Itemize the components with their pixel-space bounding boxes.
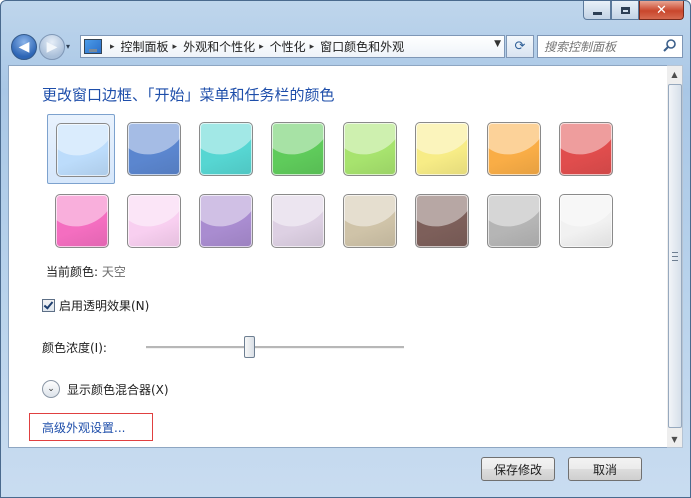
color-swatch-tile[interactable]: [487, 122, 541, 176]
color-swatch-tile[interactable]: [199, 194, 253, 248]
breadcrumb-item[interactable]: 窗口颜色和外观: [320, 38, 404, 55]
transparency-label[interactable]: 启用透明效果(N): [59, 297, 149, 314]
close-icon: ✕: [656, 2, 667, 18]
advanced-appearance-link[interactable]: 高级外观设置...: [29, 413, 153, 441]
color-swatch-tile[interactable]: [559, 194, 613, 248]
color-swatch-tile[interactable]: [343, 122, 397, 176]
color-swatch[interactable]: [47, 114, 115, 184]
close-button[interactable]: ✕: [639, 1, 684, 20]
color-swatch[interactable]: [191, 114, 259, 184]
page-title: 更改窗口边框、「开始」菜单和任务栏的颜色: [42, 86, 335, 104]
chevron-down-icon[interactable]: ⌄: [42, 380, 60, 398]
breadcrumb-item[interactable]: 外观和个性化: [183, 38, 255, 55]
refresh-icon: ⟳: [514, 39, 526, 54]
breadcrumb: ▸ 控制面板 ▸ 外观和个性化 ▸ 个性化 ▸ 窗口颜色和外观: [106, 38, 404, 55]
address-bar[interactable]: ▸ 控制面板 ▸ 外观和个性化 ▸ 个性化 ▸ 窗口颜色和外观 ▼: [80, 35, 505, 58]
maximize-button[interactable]: [611, 1, 639, 20]
minimize-button[interactable]: [583, 1, 611, 20]
color-swatch[interactable]: [119, 114, 187, 184]
color-swatch-tile[interactable]: [56, 123, 110, 177]
address-dropdown-icon[interactable]: ▼: [494, 39, 501, 49]
color-mixer-toggle[interactable]: ⌄ 显示颜色混合器(X): [42, 380, 169, 398]
control-panel-icon: [84, 39, 102, 54]
color-swatch-tile[interactable]: [415, 194, 469, 248]
color-swatch-tile[interactable]: [55, 194, 109, 248]
color-swatch[interactable]: [335, 186, 403, 256]
color-swatch-tile[interactable]: [199, 122, 253, 176]
color-swatch-tile[interactable]: [127, 122, 181, 176]
breadcrumb-separator-icon[interactable]: ▸: [110, 42, 115, 52]
breadcrumb-separator-icon[interactable]: ▸: [173, 42, 178, 52]
color-swatch[interactable]: [407, 186, 475, 256]
search-box[interactable]: [537, 35, 683, 58]
forward-arrow-icon: ▶: [46, 39, 58, 55]
color-swatch[interactable]: [551, 186, 619, 256]
maximize-icon: [620, 6, 630, 14]
color-swatch[interactable]: [335, 114, 403, 184]
color-swatch-tile[interactable]: [487, 194, 541, 248]
transparency-checkbox[interactable]: 启用透明效果(N): [42, 297, 149, 314]
navigation-bar: ◀ ▶ ▾ ▸ 控制面板 ▸ 外观和个性化 ▸ 个性化 ▸ 窗口颜色和外观 ▼ …: [1, 31, 690, 61]
search-input[interactable]: [538, 38, 664, 55]
footer: 保存修改 取消: [1, 447, 690, 497]
color-swatch-tile[interactable]: [271, 194, 325, 248]
color-swatch-tile[interactable]: [559, 122, 613, 176]
current-color-value: 天空: [101, 265, 126, 279]
current-color-label: 当前颜色:: [46, 265, 99, 279]
scroll-down-arrow-icon[interactable]: ▼: [667, 431, 682, 447]
caption-buttons: ✕: [583, 1, 684, 21]
color-swatch[interactable]: [263, 114, 331, 184]
minimize-icon: [592, 11, 602, 15]
color-swatch-tile[interactable]: [343, 194, 397, 248]
back-arrow-icon: ◀: [18, 39, 30, 55]
back-button[interactable]: ◀: [11, 34, 37, 60]
cancel-button[interactable]: 取消: [568, 457, 642, 481]
color-swatch[interactable]: [479, 114, 547, 184]
forward-button[interactable]: ▶: [39, 34, 65, 60]
window: ✕ ◀ ▶ ▾ ▸ 控制面板 ▸ 外观和个性化 ▸ 个性化 ▸ 窗口颜色和外观 …: [0, 0, 691, 498]
breadcrumb-separator-icon[interactable]: ▸: [259, 42, 264, 52]
color-swatch-tile[interactable]: [271, 122, 325, 176]
color-swatch[interactable]: [119, 186, 187, 256]
scrollbar-thumb[interactable]: [668, 84, 682, 428]
content-pane: 更改窗口边框、「开始」菜单和任务栏的颜色 当前颜色: 天空 启用透明效果(N) …: [8, 65, 668, 448]
history-dropdown-icon[interactable]: ▾: [66, 42, 70, 51]
grip-icon: [672, 251, 678, 261]
search-icon[interactable]: [662, 38, 678, 54]
intensity-label: 颜色浓度(I):: [42, 341, 107, 355]
color-swatch[interactable]: [479, 186, 547, 256]
refresh-button[interactable]: ⟳: [506, 35, 534, 58]
scroll-up-arrow-icon[interactable]: ▲: [667, 66, 682, 82]
color-swatch[interactable]: [191, 186, 259, 256]
breadcrumb-item[interactable]: 控制面板: [121, 38, 169, 55]
intensity-slider-thumb[interactable]: [244, 336, 256, 358]
color-mixer-label[interactable]: 显示颜色混合器(X): [67, 381, 169, 398]
breadcrumb-separator-icon[interactable]: ▸: [310, 42, 315, 52]
color-swatch[interactable]: [47, 186, 115, 256]
intensity-slider-track[interactable]: [146, 346, 404, 349]
color-swatch-tile[interactable]: [127, 194, 181, 248]
vertical-scrollbar[interactable]: ▲ ▼: [667, 65, 683, 448]
color-swatch[interactable]: [407, 114, 475, 184]
color-swatch-tile[interactable]: [415, 122, 469, 176]
color-swatch[interactable]: [551, 114, 619, 184]
current-color: 当前颜色: 天空: [46, 263, 126, 280]
save-changes-button[interactable]: 保存修改: [481, 457, 555, 481]
color-swatch[interactable]: [263, 186, 331, 256]
breadcrumb-item[interactable]: 个性化: [270, 38, 306, 55]
checkbox-checked-icon[interactable]: [42, 299, 55, 312]
